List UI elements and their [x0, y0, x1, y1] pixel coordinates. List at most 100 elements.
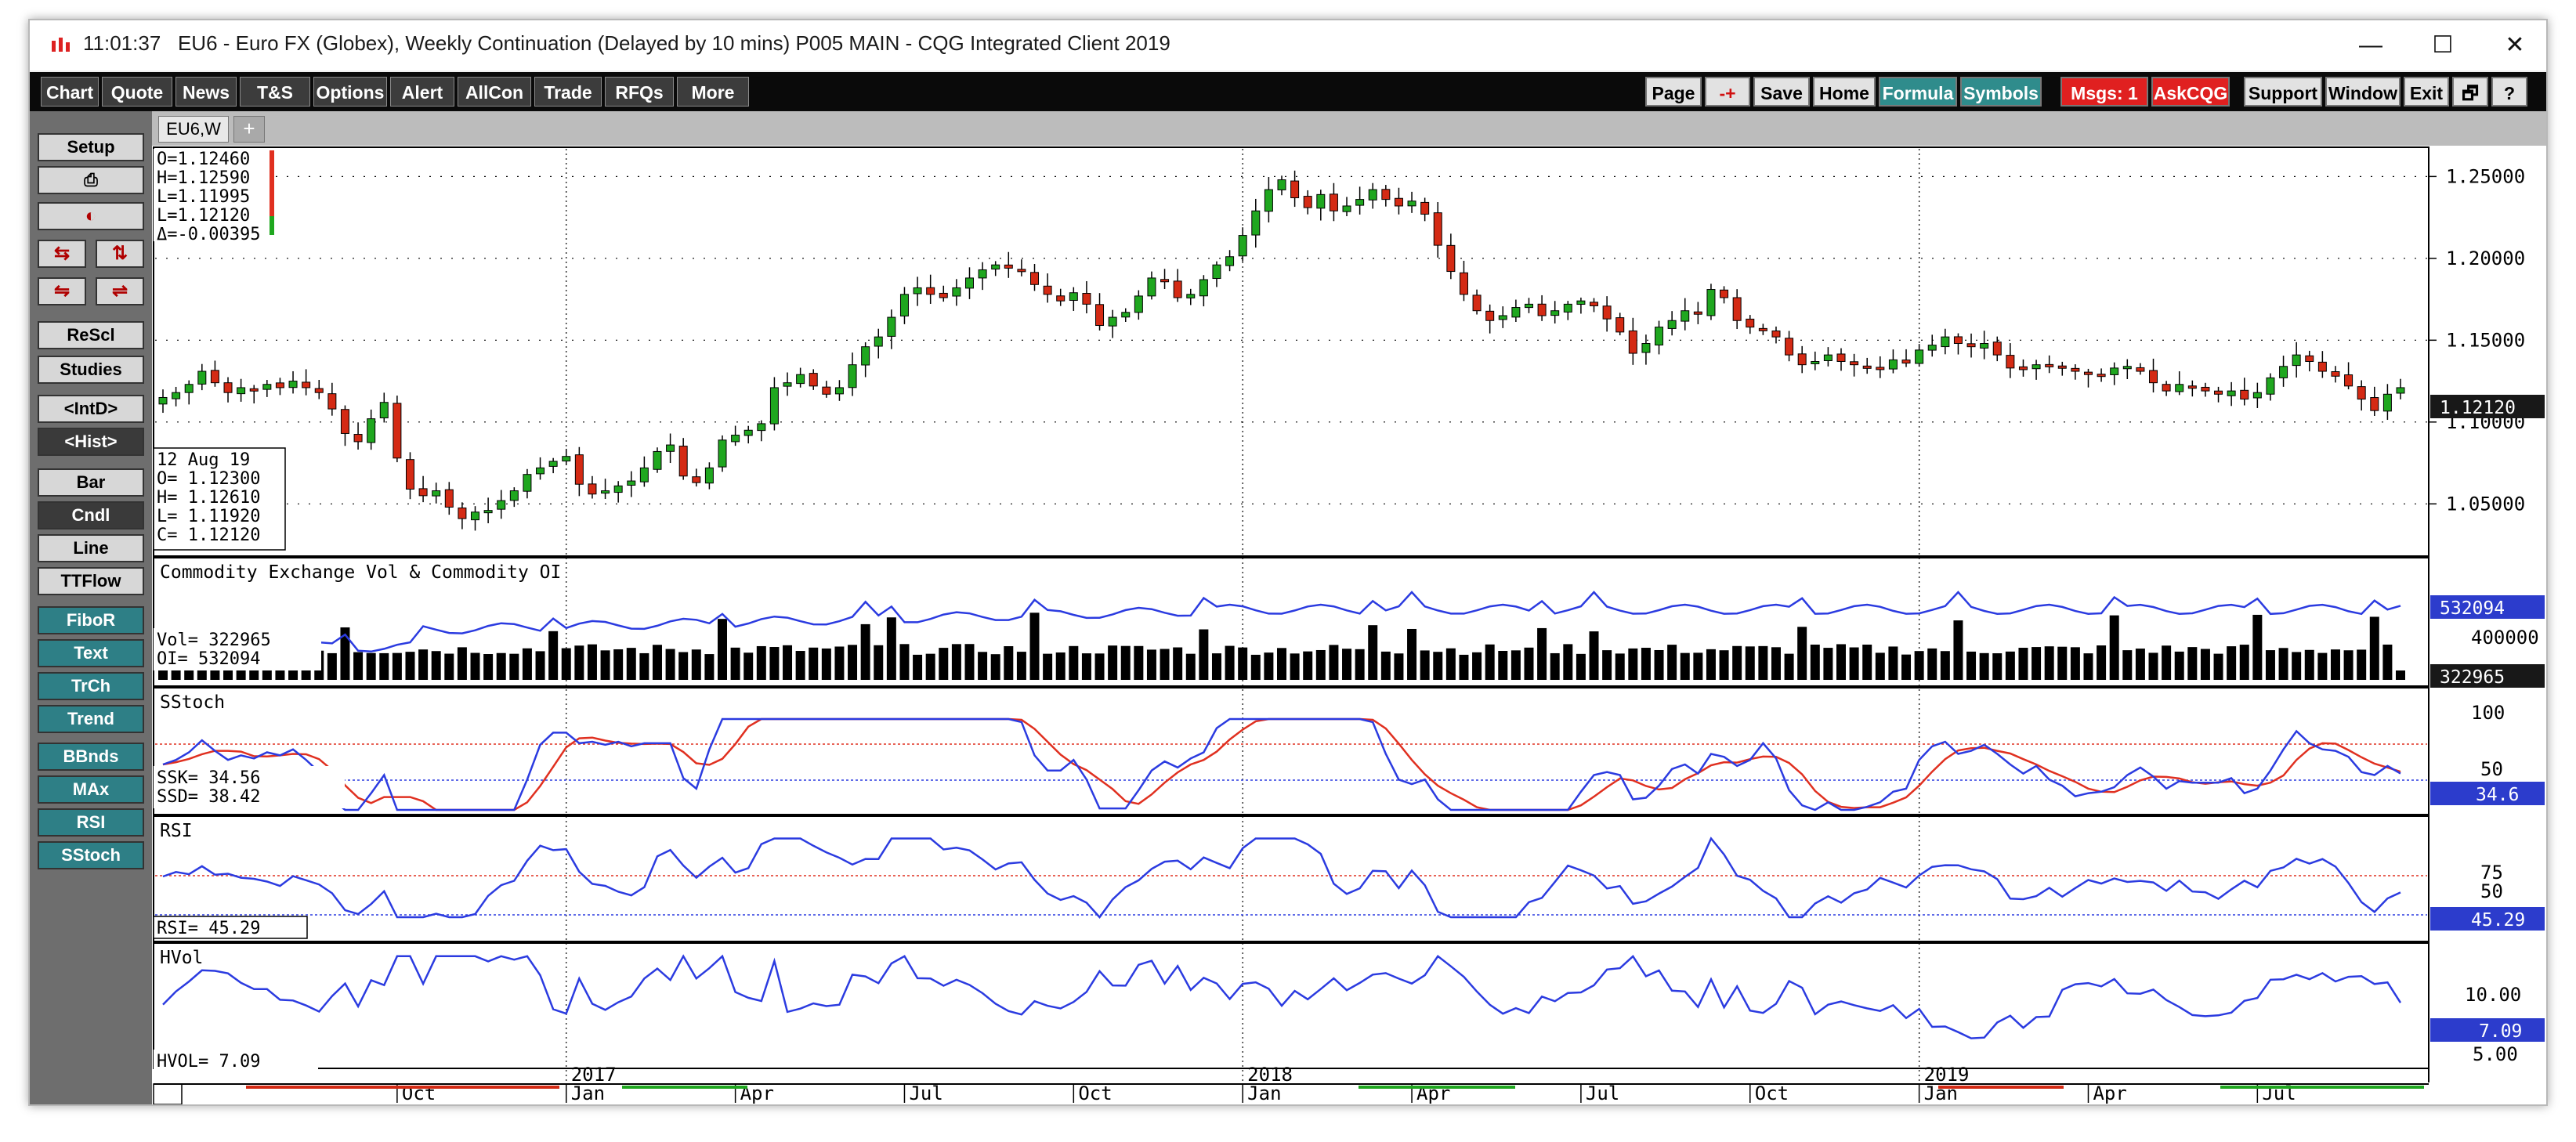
options-button[interactable]: Options	[313, 77, 387, 107]
candle-body	[2071, 367, 2080, 372]
candle-body	[1459, 272, 1468, 295]
volume-bar	[2292, 652, 2302, 680]
chart-tab-eu6[interactable]: EU6,W	[158, 116, 229, 143]
volume-bar	[860, 623, 870, 680]
candle-body	[1550, 310, 1560, 316]
add-tab-button[interactable]: +	[233, 116, 265, 143]
trendline-button[interactable]: Trend	[38, 705, 144, 733]
candle-body	[1862, 365, 1872, 369]
rescale-button[interactable]: ReScl	[38, 321, 144, 349]
candle-body	[1082, 293, 1091, 305]
alert-button[interactable]: Alert	[390, 77, 454, 107]
askcqg-button[interactable]: AskCQG	[2151, 77, 2230, 107]
window-menu-button[interactable]: Window	[2325, 77, 2401, 107]
bar-chart-button[interactable]: Bar	[38, 468, 144, 497]
fibonacci-button[interactable]: FiboR	[38, 606, 144, 634]
rsi-study-button[interactable]: RSI	[38, 808, 144, 837]
chart-color-icon[interactable]: ◐	[38, 202, 144, 230]
minimize-button[interactable]: —	[2352, 27, 2390, 64]
year-label: 2018	[1247, 1064, 1293, 1086]
candle-body	[393, 403, 402, 459]
volume-bar	[1185, 653, 1196, 680]
print-icon[interactable]: ⎙	[38, 166, 144, 194]
candle-body	[1095, 304, 1105, 327]
menu-bar: Chart Quote News T&S Options Alert AllCo…	[30, 72, 2546, 111]
moving-average-button[interactable]: MAx	[38, 775, 144, 804]
svg-text:34.6: 34.6	[2476, 785, 2519, 805]
time-and-sales-button[interactable]: T&S	[240, 77, 310, 107]
exit-button[interactable]: Exit	[2404, 77, 2449, 107]
candle-body	[1030, 272, 1040, 285]
intraday-button[interactable]: <IntD>	[38, 395, 144, 423]
volume-bar	[2109, 615, 2119, 680]
slow-stochastic-button[interactable]: SStoch	[38, 841, 144, 869]
historical-button[interactable]: <Hist>	[38, 428, 144, 456]
help-button[interactable]: ?	[2491, 77, 2527, 107]
candle-body	[601, 490, 610, 494]
volume-bar	[1667, 645, 1677, 680]
candle-body	[1524, 303, 1533, 309]
volume-bar	[769, 647, 780, 680]
candle-body	[613, 485, 623, 493]
volume-bar	[2252, 614, 2263, 680]
home-button[interactable]: Home	[1813, 77, 1876, 107]
save-button[interactable]: Save	[1753, 77, 1810, 107]
volume-bar	[756, 645, 766, 680]
line-chart-button[interactable]: Line	[38, 534, 144, 562]
volume-bar	[2148, 652, 2158, 680]
compress-icon[interactable]: ⇋	[38, 277, 86, 305]
rfqs-button[interactable]: RFQs	[605, 77, 674, 107]
volume-bar	[665, 649, 675, 680]
expand-icon[interactable]: ⇌	[96, 277, 144, 305]
scroll-updown-icon[interactable]: ⇅	[96, 240, 144, 268]
plus-minus-button[interactable]: -+	[1705, 77, 1750, 107]
month-label: Apr	[2093, 1082, 2126, 1104]
candle-body	[1043, 285, 1052, 295]
symbols-button[interactable]: Symbols	[1960, 77, 2042, 107]
close-button[interactable]: ✕	[2496, 27, 2534, 64]
sstoch-axis-50: 50	[2480, 758, 2503, 780]
volume-bar	[2187, 647, 2198, 680]
candle-body	[548, 461, 558, 467]
hvol-axis-5: 5.00	[2473, 1043, 2518, 1065]
volume-bar	[522, 648, 532, 680]
studies-button[interactable]: Studies	[38, 356, 144, 384]
candle-body	[302, 381, 311, 388]
candle-body	[809, 373, 818, 387]
volume-bar	[1940, 651, 1950, 680]
cursor-low: L= 1.11920	[157, 507, 260, 526]
news-button[interactable]: News	[175, 77, 237, 107]
chart-area[interactable]: 1.250001.200001.150001.100001.05000 O=1.…	[152, 146, 2546, 1104]
volume-bar	[1004, 645, 1014, 680]
messages-button[interactable]: Msgs: 1	[2060, 77, 2148, 107]
candle-body	[887, 316, 896, 337]
formula-button[interactable]: Formula	[1879, 77, 1957, 107]
volume-bar	[2005, 651, 2015, 680]
trend-channel-button[interactable]: TrCh	[38, 672, 144, 700]
session-strip	[2220, 1086, 2424, 1089]
volume-bar	[2200, 649, 2210, 680]
candle-body	[1277, 179, 1286, 190]
setup-button[interactable]: Setup	[38, 133, 144, 161]
trade-button[interactable]: Trade	[534, 77, 602, 107]
candle-body	[197, 370, 207, 385]
maximize-button[interactable]: ☐	[2424, 27, 2462, 64]
support-button[interactable]: Support	[2244, 77, 2322, 107]
volume-bar	[2227, 646, 2237, 680]
cursor-high: H= 1.12610	[157, 488, 260, 508]
page-button[interactable]: Page	[1645, 77, 1702, 107]
more-button[interactable]: More	[677, 77, 749, 107]
text-tool-button[interactable]: Text	[38, 639, 144, 667]
allcon-button[interactable]: AllCon	[458, 77, 531, 107]
quote-button[interactable]: Quote	[102, 77, 172, 107]
chart-button[interactable]: Chart	[41, 77, 99, 107]
candle-chart-button[interactable]: Cndl	[38, 501, 144, 529]
month-label: Jul	[1586, 1082, 1619, 1104]
bollinger-bands-button[interactable]: BBnds	[38, 743, 144, 771]
candle-body	[1173, 280, 1182, 298]
restore-icon[interactable]: 🗗	[2452, 77, 2488, 107]
ttflow-button[interactable]: TTFlow	[38, 567, 144, 595]
candle-body	[1980, 343, 1989, 349]
scroll-left-icon[interactable]: ⇆	[38, 240, 86, 268]
volume-bar	[379, 652, 389, 680]
